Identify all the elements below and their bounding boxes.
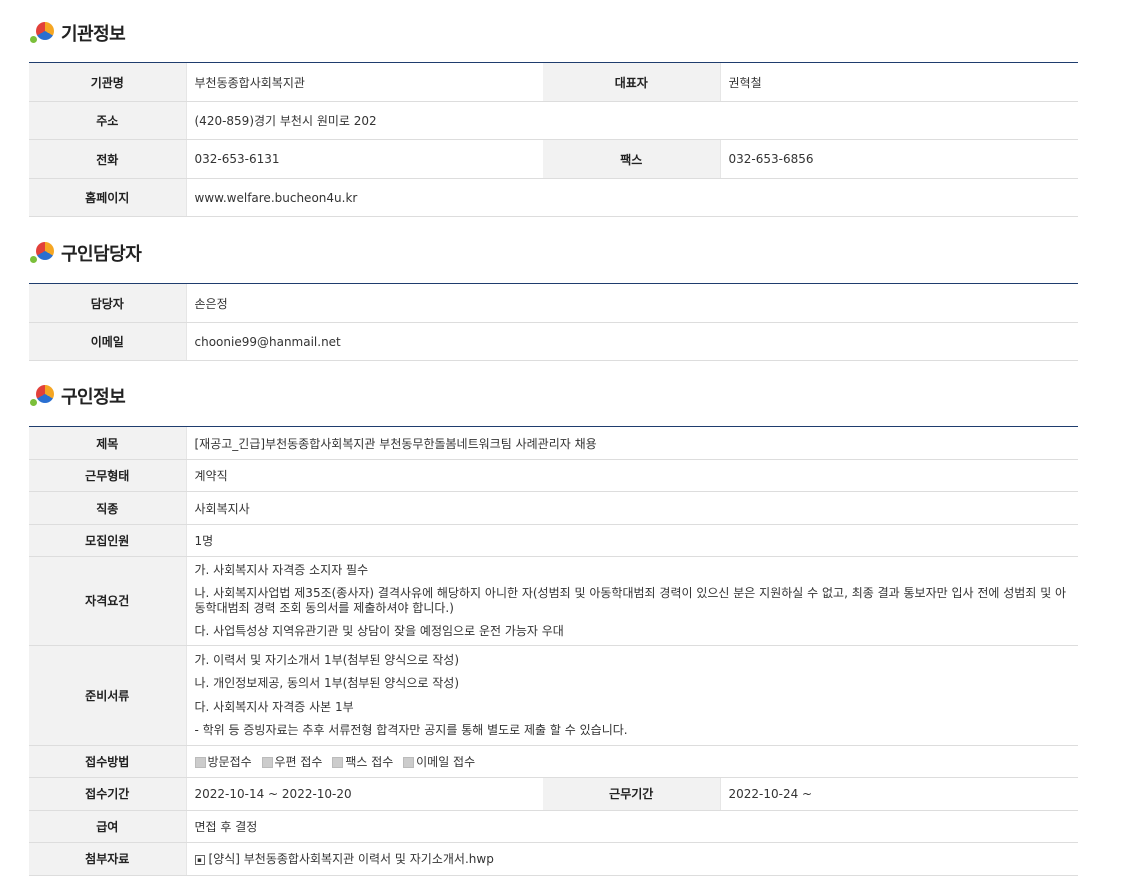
job-salary-value: 면접 후 결정 [185, 810, 1078, 843]
section-bullet-icon [30, 383, 56, 409]
job-method-label: 접수방법 [29, 745, 186, 778]
org-name-label: 기관명 [29, 62, 186, 102]
org-info-table: 기관명 부천동종합사회복지관 대표자 권혁철 주소 (420-859)경기 부천… [29, 62, 1078, 217]
table-row: 모집인원 1명 [29, 524, 1078, 557]
table-row: 전화 032-653-6131 팩스 032-653-6856 [29, 139, 1078, 179]
job-docs-value: 가. 이력서 및 자기소개서 1부(첨부된 양식으로 작성) 나. 개인정보제공… [185, 645, 1078, 746]
job-docs-label: 준비서류 [29, 645, 186, 746]
job-category-value: 사회복지사 [185, 491, 1078, 525]
org-fax-value: 032-653-6856 [719, 139, 1078, 179]
org-home-label: 홈페이지 [29, 178, 186, 217]
table-row: 이메일 choonie99@hanmail.net [29, 322, 1078, 361]
table-row: 홈페이지 www.welfare.bucheon4u.kr [29, 178, 1078, 217]
job-period-label: 접수기간 [29, 777, 186, 811]
homepage-link[interactable]: www.welfare.bucheon4u.kr [195, 191, 358, 205]
checkbox-icon [403, 756, 415, 768]
job-period-value: 2022-10-14 ~ 2022-10-20 [185, 777, 543, 811]
section-bullet-icon [30, 240, 56, 266]
contact-table: 담당자 손은정 이메일 choonie99@hanmail.net [29, 283, 1078, 361]
section-title-contact: 구인담당자 [30, 238, 142, 268]
job-subject-label: 제목 [29, 426, 186, 460]
docs-line: 가. 이력서 및 자기소개서 1부(첨부된 양식으로 작성) [194, 652, 460, 667]
table-row: 직종 사회복지사 [29, 491, 1078, 525]
org-fax-label: 팩스 [543, 139, 720, 179]
job-count-value: 1명 [185, 524, 1078, 557]
section-title-job: 구인정보 [30, 381, 126, 411]
table-row: 제목 [재공고_긴급]부천동종합사회복지관 부천동무한돌봄네트워크팀 사례관리자… [29, 426, 1078, 460]
contact-person-value: 손은정 [185, 283, 1078, 323]
section-title-text: 기관정보 [61, 24, 126, 45]
checkbox-icon [332, 756, 344, 768]
contact-email-label: 이메일 [29, 322, 186, 361]
table-row: 기관명 부천동종합사회복지관 대표자 권혁철 [29, 62, 1078, 102]
checkbox-icon [261, 756, 273, 768]
org-home-cell: www.welfare.bucheon4u.kr [185, 178, 1078, 217]
method-fax: 팩스 접수 [332, 755, 393, 769]
method-label: 우편 접수 [274, 754, 323, 769]
section-title-org: 기관정보 [30, 18, 126, 48]
section-title-text: 구인정보 [61, 387, 126, 408]
org-rep-value: 권혁철 [719, 62, 1078, 102]
attachment-link[interactable]: [양식] 부천동종합사회복지관 이력서 및 자기소개서.hwp [209, 852, 494, 866]
table-row: 자격요건 가. 사회복지사 자격증 소지자 필수 나. 사회복지사업법 제35조… [29, 556, 1078, 646]
checkbox-icon [194, 756, 206, 768]
docs-line: 나. 개인정보제공, 동의서 1부(첨부된 양식으로 작성) [194, 676, 460, 691]
table-row: 접수기간 2022-10-14 ~ 2022-10-20 근무기간 2022-1… [29, 777, 1078, 811]
job-category-label: 직종 [29, 491, 186, 525]
job-info-table: 제목 [재공고_긴급]부천동종합사회복지관 부천동무한돌봄네트워크팀 사례관리자… [29, 426, 1078, 876]
job-workterm-label: 근무기간 [543, 777, 720, 811]
table-row: 첨부자료 ▪ [양식] 부천동종합사회복지관 이력서 및 자기소개서.hwp [29, 842, 1078, 876]
org-tel-label: 전화 [29, 139, 186, 179]
job-method-value: 방문접수 우편 접수 팩스 접수 이메일 접수 [185, 745, 1078, 778]
job-qual-label: 자격요건 [29, 556, 186, 646]
job-type-value: 계약직 [185, 459, 1078, 492]
method-mail: 우편 접수 [261, 754, 323, 769]
method-email: 이메일 접수 [403, 755, 475, 769]
contact-email-value[interactable]: choonie99@hanmail.net [185, 322, 1078, 361]
org-tel-value: 032-653-6131 [185, 139, 543, 179]
job-qual-value: 가. 사회복지사 자격증 소지자 필수 나. 사회복지사업법 제35조(종사자)… [185, 556, 1078, 646]
table-row: 준비서류 가. 이력서 및 자기소개서 1부(첨부된 양식으로 작성) 나. 개… [29, 645, 1078, 746]
section-title-text: 구인담당자 [61, 244, 142, 265]
qual-line: 가. 사회복지사 자격증 소지자 필수 [194, 563, 369, 577]
method-label: 팩스 접수 [345, 754, 394, 769]
org-addr-label: 주소 [29, 101, 186, 140]
table-row: 접수방법 방문접수 우편 접수 팩스 접수 이메일 접수 [29, 745, 1078, 778]
table-row: 급여 면접 후 결정 [29, 810, 1078, 843]
method-label: 이메일 접수 [416, 754, 476, 769]
table-row: 담당자 손은정 [29, 283, 1078, 323]
qual-line: 다. 사업특성상 지역유관기관 및 상담이 잦을 예정임으로 운전 가능자 우대 [194, 624, 564, 639]
docs-line: - 학위 등 증빙자료는 추후 서류전형 합격자만 공지를 통해 별도로 제출 … [194, 722, 628, 737]
method-visit: 방문접수 [194, 754, 252, 769]
docs-line: 다. 사회복지사 자격증 사본 1부 [194, 699, 354, 714]
job-attach-label: 첨부자료 [29, 842, 186, 876]
org-addr-value: (420-859)경기 부천시 원미로 202 [185, 101, 1078, 140]
qual-line: 나. 사회복지사업법 제35조(종사자) 결격사유에 해당하지 아니한 자(성범… [194, 586, 1067, 615]
org-rep-label: 대표자 [543, 62, 720, 102]
org-name-value: 부천동종합사회복지관 [185, 62, 543, 102]
table-row: 주소 (420-859)경기 부천시 원미로 202 [29, 101, 1078, 140]
section-bullet-icon [30, 20, 56, 46]
table-row: 근무형태 계약직 [29, 459, 1078, 492]
file-icon: ▪ [194, 854, 205, 865]
job-count-label: 모집인원 [29, 524, 186, 557]
job-workterm-value: 2022-10-24 ~ [719, 777, 1078, 811]
page: 기관정보 기관명 부천동종합사회복지관 대표자 권혁철 주소 (420-859)… [0, 0, 1129, 877]
job-type-label: 근무형태 [29, 459, 186, 492]
job-salary-label: 급여 [29, 810, 186, 843]
job-attach-cell: ▪ [양식] 부천동종합사회복지관 이력서 및 자기소개서.hwp [185, 842, 1078, 876]
job-subject-value: [재공고_긴급]부천동종합사회복지관 부천동무한돌봄네트워크팀 사례관리자 채용 [185, 426, 1078, 460]
method-label: 방문접수 [207, 754, 252, 769]
contact-person-label: 담당자 [29, 283, 186, 323]
